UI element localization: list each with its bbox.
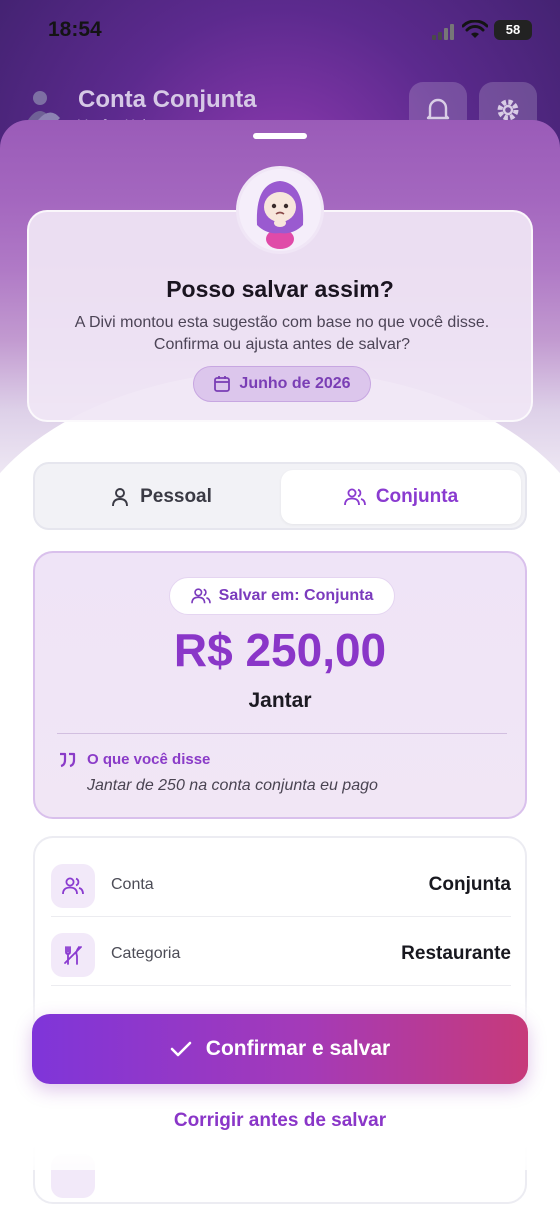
- quote-text: Jantar de 250 na conta conjunta eu pago: [87, 777, 378, 794]
- toggle-pessoal[interactable]: Pessoal: [41, 470, 281, 524]
- confirm-save-label: Confirmar e salvar: [205, 1037, 391, 1060]
- detail-icon-box: [51, 864, 95, 908]
- users-icon: [62, 877, 84, 895]
- summary-divider: [57, 733, 507, 734]
- detail-divider: [51, 916, 511, 917]
- toggle-conjunta[interactable]: Conjunta: [281, 470, 521, 524]
- quote-label: O que você disse: [87, 751, 211, 768]
- user-icon: [112, 488, 129, 507]
- account-type-toggle: Pessoal Conjunta: [33, 462, 527, 530]
- mascot-icon: [256, 181, 304, 249]
- detail-label: Categoria: [111, 945, 181, 962]
- suggestion-title: Posso salvar assim?: [166, 276, 394, 302]
- detail-divider: [51, 985, 511, 986]
- month-chip[interactable]: Junho de 2026: [193, 366, 371, 402]
- detail-label: Conta: [111, 876, 154, 893]
- quote-icon: [60, 752, 76, 767]
- users-icon: [190, 588, 211, 604]
- detail-icon-box: [51, 933, 95, 977]
- couple-logo-icon: [28, 91, 60, 122]
- detail-value: Restaurante: [401, 943, 511, 964]
- status-bar: 18:54 58: [0, 0, 560, 62]
- battery-indicator: 58: [494, 20, 532, 40]
- utensils-icon: [64, 946, 82, 965]
- detail-value: Conjunta: [428, 874, 511, 895]
- transaction-description: Jantar: [248, 689, 312, 712]
- save-in-chip: Salvar em: Conjunta: [169, 577, 395, 615]
- suggestion-text: A Divi montou esta sugestão com base no …: [74, 314, 490, 353]
- users-icon: [343, 488, 366, 506]
- toggle-conjunta-label: Conjunta: [375, 486, 459, 507]
- confirm-save-button[interactable]: Confirmar e salvar: [32, 1014, 528, 1084]
- quote-header: O que você disse: [57, 751, 210, 768]
- cellular-signal-icon: [432, 24, 458, 40]
- sheet-drag-handle[interactable]: [253, 133, 307, 139]
- month-label: Junho de 2026: [239, 375, 351, 392]
- check-icon: [170, 1041, 192, 1057]
- calendar-icon: [214, 376, 231, 392]
- divi-mascot-avatar: [236, 166, 324, 254]
- amount-value: R$ 250,00: [173, 624, 387, 676]
- wifi-icon: [462, 20, 488, 38]
- fix-before-save-link[interactable]: Corrigir antes de salvar: [0, 1110, 560, 1132]
- save-in-label: Salvar em: Conjunta: [218, 587, 374, 604]
- account-title: Conta Conjunta: [78, 86, 257, 113]
- toggle-pessoal-label: Pessoal: [140, 486, 212, 507]
- status-time: 18:54: [48, 18, 102, 41]
- transaction-summary-card: Salvar em: Conjunta R$ 250,00 Jantar O q…: [33, 551, 527, 819]
